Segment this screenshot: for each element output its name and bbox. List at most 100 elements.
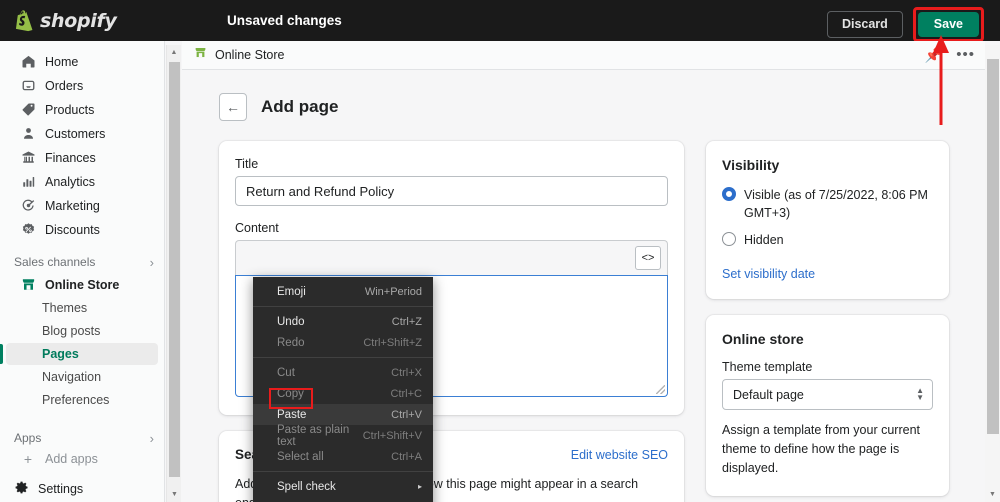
sidebar-section-label: Apps: [14, 431, 42, 445]
theme-template-help-text: Assign a template from your current them…: [722, 423, 920, 475]
sidebar-item-products[interactable]: Products: [6, 98, 158, 121]
more-horizontal-icon[interactable]: •••: [956, 47, 975, 62]
context-menu-item-cut: Cut Ctrl+X: [253, 362, 433, 383]
discard-button[interactable]: Discard: [826, 11, 903, 38]
context-menu-item-paste-plain-text: Paste as plain text Ctrl+Shift+V: [253, 424, 433, 448]
sidebar-item-marketing[interactable]: Marketing: [6, 194, 158, 217]
sidebar-section-sales-channels[interactable]: Sales channels ›: [14, 255, 154, 269]
visibility-option-hidden[interactable]: Hidden: [722, 231, 933, 249]
context-menu-item-label: Redo: [277, 336, 305, 349]
context-menu-item-shortcut: Ctrl+C: [390, 387, 422, 400]
set-visibility-date-link[interactable]: Set visibility date: [722, 267, 815, 281]
theme-template-select-wrap: Default page ▲ ▼: [722, 379, 933, 411]
page-title: Add page: [261, 97, 339, 116]
context-menu-item-label: Paste: [277, 408, 307, 421]
unsaved-changes-status: Unsaved changes: [227, 13, 342, 28]
sidebar-scrollbar[interactable]: ▲ ▼: [166, 45, 181, 502]
sidebar-nav: Home Orders Products Customers Finances …: [0, 41, 165, 502]
sidebar-item-label: Customers: [45, 126, 106, 141]
context-menu-item-shortcut: Ctrl+Shift+V: [362, 429, 422, 442]
shopify-admin-screen: shopify Unsaved changes Discard Save Hom…: [0, 0, 1000, 502]
scrollbar-thumb[interactable]: [987, 59, 999, 434]
edit-website-seo-link[interactable]: Edit website SEO: [571, 448, 668, 462]
pin-icon[interactable]: 📌: [925, 47, 942, 64]
sidebar-item-blog-posts[interactable]: Blog posts: [6, 320, 158, 342]
sidebar-item-orders[interactable]: Orders: [6, 74, 158, 97]
tag-icon: [20, 102, 36, 118]
browser-context-menu: Emoji Win+Period Undo Ctrl+Z Redo Ctrl+S…: [253, 277, 433, 502]
context-menu-item-label: Copy: [277, 387, 304, 400]
title-field-label: Title: [235, 157, 259, 171]
context-menu-item-label: Cut: [277, 366, 295, 379]
content-editor-toolbar: <>: [235, 240, 668, 276]
storefront-icon: [194, 46, 207, 64]
content-field-label: Content: [235, 221, 279, 235]
context-menu-separator: [253, 471, 433, 472]
sidebar-item-navigation[interactable]: Navigation: [6, 366, 158, 388]
sidebar-item-themes[interactable]: Themes: [6, 297, 158, 319]
visibility-card: Visibility Visible (as of 7/25/2022, 8:0…: [706, 141, 949, 300]
scroll-down-arrow-icon[interactable]: ▼: [167, 487, 182, 502]
online-store-card: Online store Theme template Default page…: [706, 315, 949, 496]
save-button[interactable]: Save: [917, 12, 979, 37]
sidebar-section-apps[interactable]: Apps ›: [14, 431, 154, 445]
sidebar-primary-list: Home Orders Products Customers Finances …: [0, 41, 164, 241]
title-input[interactable]: [235, 176, 668, 206]
sidebar-item-label: Discounts: [45, 222, 100, 237]
context-menu-item-shortcut: Win+Period: [364, 285, 422, 298]
context-menu-item-copy: Copy Ctrl+C: [253, 383, 433, 404]
context-menu-item-shortcut: Ctrl+Shift+Z: [363, 336, 422, 349]
gear-icon: [14, 480, 29, 498]
megaphone-target-icon: [20, 198, 36, 214]
storefront-icon: [20, 277, 36, 293]
context-menu-item-shortcut: Ctrl+V: [391, 408, 422, 421]
sidebar-item-label: Online Store: [45, 277, 120, 292]
sidebar-item-label: Themes: [42, 301, 88, 315]
sidebar-item-discounts[interactable]: Discounts: [6, 218, 158, 241]
scroll-up-arrow-icon[interactable]: ▲: [167, 45, 181, 60]
chevron-right-icon: ›: [149, 430, 154, 446]
breadcrumb-label[interactable]: Online Store: [215, 48, 284, 62]
scrollbar-thumb[interactable]: [169, 62, 180, 477]
context-menu-item-spell-check[interactable]: Spell check ▸: [253, 476, 433, 497]
context-menu-item-writing-direction[interactable]: Writing Direction ▸: [253, 497, 433, 502]
sidebar-item-label: Products: [45, 102, 95, 117]
content-scrollbar[interactable]: ▼: [985, 45, 1000, 502]
arrow-left-icon: ←: [226, 99, 240, 115]
bar-chart-icon: [20, 174, 36, 190]
scroll-down-arrow-icon[interactable]: ▼: [985, 487, 1000, 502]
sidebar-item-analytics[interactable]: Analytics: [6, 170, 158, 193]
sidebar-item-label: Blog posts: [42, 324, 101, 338]
context-menu-item-paste[interactable]: Paste Ctrl+V: [253, 404, 433, 425]
code-brackets-icon[interactable]: <>: [635, 246, 661, 270]
breadcrumb: Online Store 📌 •••: [182, 41, 985, 70]
sidebar-item-label: Analytics: [45, 174, 96, 189]
context-menu-item-label: Undo: [277, 315, 305, 328]
sidebar-item-settings[interactable]: Settings: [0, 477, 164, 501]
context-menu-item-redo: Redo Ctrl+Shift+Z: [253, 332, 433, 353]
sidebar-item-home[interactable]: Home: [6, 50, 158, 73]
visibility-card-title: Visibility: [722, 157, 780, 173]
sidebar-item-finances[interactable]: Finances: [6, 146, 158, 169]
sidebar-item-add-apps[interactable]: + Add apps: [6, 449, 158, 469]
top-bar: shopify Unsaved changes Discard Save: [0, 0, 1000, 42]
back-button[interactable]: ←: [219, 93, 247, 121]
context-menu-item-label: Select all: [277, 450, 324, 463]
sidebar-item-preferences[interactable]: Preferences: [6, 389, 158, 411]
radio-label: Hidden: [744, 233, 784, 248]
context-menu-item-shortcut: Ctrl+A: [391, 450, 422, 463]
context-menu-item-undo[interactable]: Undo Ctrl+Z: [253, 311, 433, 332]
sidebar-item-online-store[interactable]: Online Store: [6, 273, 158, 296]
person-icon: [20, 126, 36, 142]
shopify-logo[interactable]: shopify: [14, 10, 117, 32]
sidebar-item-pages[interactable]: Pages: [0, 343, 158, 365]
theme-template-select[interactable]: Default page: [722, 379, 933, 411]
radio-button-hidden[interactable]: [722, 232, 736, 247]
sidebar-item-customers[interactable]: Customers: [6, 122, 158, 145]
visibility-option-visible[interactable]: Visible (as of 7/25/2022, 8:06 PM GMT+3): [722, 186, 933, 222]
radio-button-visible[interactable]: [722, 187, 736, 201]
home-icon: [20, 54, 36, 70]
resize-handle[interactable]: [656, 385, 665, 394]
context-menu-item-emoji[interactable]: Emoji Win+Period: [253, 281, 433, 302]
sidebar-item-label: Preferences: [42, 393, 110, 407]
